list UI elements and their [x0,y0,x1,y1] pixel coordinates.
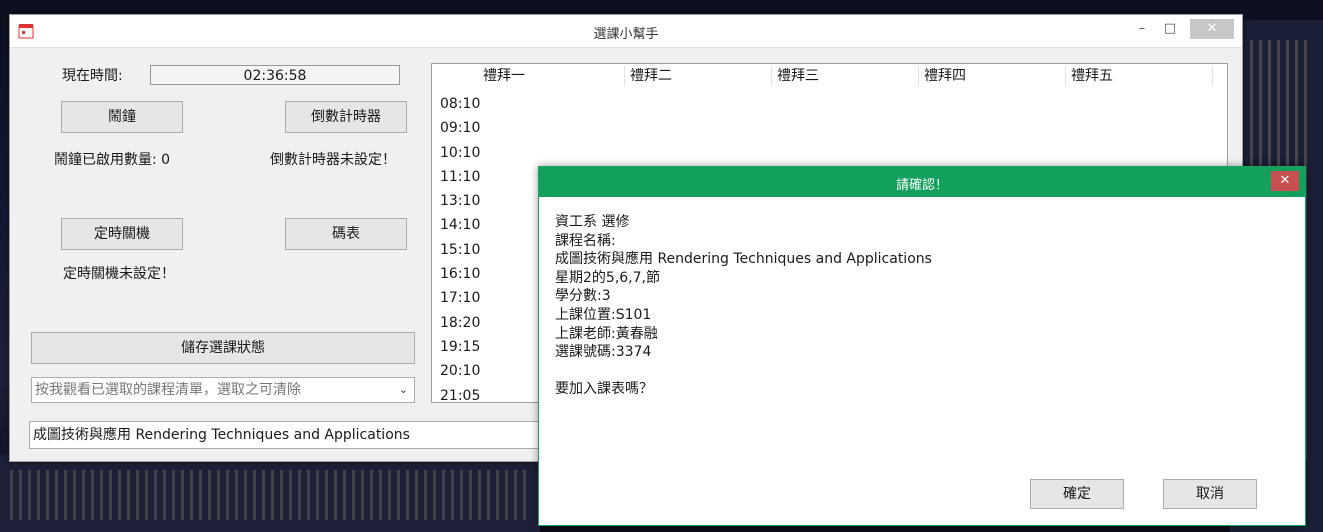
shutdown-status: 定時關機未設定！ [63,266,175,282]
day-header: 禮拜三 [772,66,919,86]
dialog-line: 上課老師:黃春融 [555,325,658,342]
countdown-status: 倒數計時器未設定！ [270,152,396,168]
dialog-line [555,362,932,381]
day-header: 禮拜四 [919,66,1066,86]
clock-label: 現在時間: [62,68,123,84]
close-button[interactable]: ✕ [1190,19,1234,39]
day-header: 禮拜一 [478,66,625,86]
time-slot: 20:10 [440,363,481,380]
dialog-line: 要加入課表嗎？ [555,381,653,398]
time-slot: 21:05 [440,387,481,403]
time-slot: 14:10 [440,217,481,234]
time-slot: 17:10 [440,290,481,307]
window-title: 選課小幫手 [593,27,659,42]
selected-courses-dropdown[interactable]: 按我觀看已選取的課程清單，選取之可清除 ⌄ [31,377,415,403]
dialog-line: 課程名稱: [555,232,616,249]
confirm-button[interactable]: 確定 [1030,479,1124,509]
dialog-line: 星期2的5,6,7,節 [555,269,660,286]
time-slot: 15:10 [440,241,481,258]
time-column: 08:10 09:10 10:10 11:10 13:10 14:10 15:1… [440,92,481,403]
time-slot: 08:10 [440,96,481,112]
time-slot: 18:20 [440,314,481,331]
shutdown-timer-button[interactable]: 定時關機 [61,218,183,250]
clock-display: 02:36:58 [150,65,400,85]
dialog-line: 選課號碼:3374 [555,344,652,361]
time-slot: 13:10 [440,193,481,210]
dialog-line: 資工系 選修 [555,214,630,230]
stopwatch-button[interactable]: 碼表 [285,218,407,250]
dialog-close-button[interactable]: ✕ [1271,171,1299,191]
schedule-header: 禮拜一 禮拜二 禮拜三 禮拜四 禮拜五 [478,66,1213,86]
alarm-count-status: 鬧鐘已啟用數量: 0 [54,152,171,168]
minimize-button[interactable]: – [1128,19,1156,39]
time-slot: 09:10 [440,120,481,137]
dropdown-placeholder: 按我觀看已選取的課程清單，選取之可清除 [35,382,301,398]
time-slot: 19:15 [440,338,481,355]
save-state-button[interactable]: 儲存選課狀態 [31,332,415,364]
dialog-line: 上課位置:S101 [555,306,652,323]
title-bar[interactable]: 選課小幫手 – □ ✕ [10,15,1242,48]
time-slot: 16:10 [440,266,481,283]
confirm-dialog: 請確認！ ✕ 資工系 選修 課程名稱: 成圖技術與應用 Rendering Te… [538,166,1306,526]
time-slot: 11:10 [440,168,481,185]
alarm-button[interactable]: 鬧鐘 [61,101,183,133]
dialog-line: 成圖技術與應用 Rendering Techniques and Applica… [555,251,932,268]
chevron-down-icon[interactable]: ⌄ [399,378,408,402]
current-course-field[interactable]: 成圖技術與應用 Rendering Techniques and Applica… [29,421,569,449]
dialog-title-bar[interactable]: 請確認！ ✕ [539,167,1305,197]
day-header: 禮拜五 [1066,66,1213,86]
day-header: 禮拜二 [625,66,772,86]
dialog-title: 請確認！ [895,178,948,193]
dialog-message: 資工系 選修 課程名稱: 成圖技術與應用 Rendering Technique… [555,213,932,399]
maximize-button[interactable]: □ [1156,19,1184,39]
time-slot: 10:10 [440,144,481,161]
dialog-line: 學分數:3 [555,288,611,305]
cancel-button[interactable]: 取消 [1163,479,1257,509]
countdown-button[interactable]: 倒數計時器 [285,101,407,133]
